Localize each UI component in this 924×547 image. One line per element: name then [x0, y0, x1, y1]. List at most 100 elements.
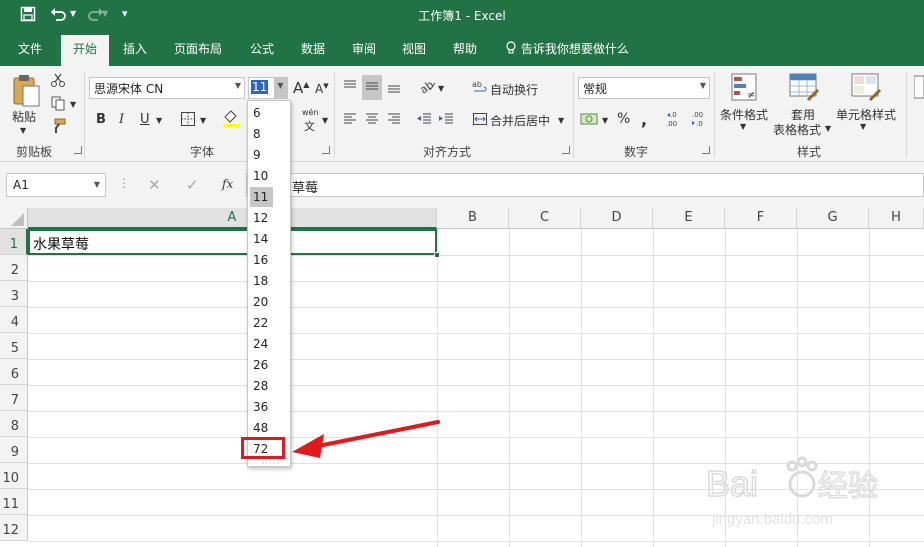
column-header-a[interactable]: A	[28, 208, 437, 229]
conditional-formatting-label[interactable]: 条件格式	[720, 106, 768, 123]
cut-icon[interactable]	[50, 72, 66, 91]
name-box[interactable]: A1 ▼	[6, 173, 106, 197]
decrease-decimal-icon[interactable]: .00.0	[692, 110, 712, 131]
font-size-combo[interactable]: 11 ▼	[248, 77, 288, 99]
tab-file[interactable]: 文件	[18, 40, 42, 57]
orientation-dropdown-icon[interactable]: ▼	[438, 84, 444, 93]
font-size-option-10[interactable]: 10	[250, 166, 288, 186]
tab-view[interactable]: 视图	[402, 40, 426, 57]
tab-help[interactable]: 帮助	[453, 40, 477, 57]
accounting-format-icon[interactable]	[580, 110, 598, 131]
copy-icon[interactable]	[50, 95, 66, 114]
format-as-table-icon[interactable]	[788, 72, 820, 105]
cell-a1[interactable]: 水果草莓	[28, 229, 437, 255]
borders-icon[interactable]	[180, 111, 196, 130]
format-as-table-label-2[interactable]: 表格格式	[773, 121, 821, 138]
accounting-dropdown-icon[interactable]: ▼	[602, 116, 608, 125]
align-top-icon[interactable]	[342, 78, 358, 97]
font-size-option-36[interactable]: 36	[250, 397, 288, 417]
align-middle-icon[interactable]	[362, 75, 382, 100]
cell-styles-dropdown-icon[interactable]: ▼	[860, 122, 866, 131]
clipboard-launcher-icon[interactable]	[74, 146, 82, 154]
alignment-launcher-icon[interactable]	[562, 146, 570, 154]
font-size-option-11[interactable]: 11	[250, 187, 273, 207]
phonetic-guide-button[interactable]: 文	[304, 118, 315, 134]
increase-indent-icon[interactable]	[438, 111, 454, 130]
tab-formulas[interactable]: 公式	[250, 40, 274, 57]
insert-function-button[interactable]: fx	[222, 177, 233, 191]
tell-me-search[interactable]: 告诉我你想要做什么	[505, 40, 629, 58]
orientation-icon[interactable]: ab	[417, 78, 436, 97]
column-header-g[interactable]: G	[797, 208, 869, 229]
conditional-formatting-icon[interactable]: ≠	[730, 72, 760, 105]
row-header-6[interactable]: 6	[0, 359, 28, 385]
select-all-button[interactable]	[0, 208, 28, 229]
font-size-option-16[interactable]: 16	[250, 250, 288, 270]
column-header-f[interactable]: F	[725, 208, 797, 229]
font-size-option-18[interactable]: 18	[250, 271, 288, 291]
cancel-icon[interactable]: ✕	[148, 176, 161, 194]
row-header-1[interactable]: 1	[0, 229, 28, 255]
wrap-text-label[interactable]: 自动换行	[490, 81, 538, 98]
cell-styles-label[interactable]: 单元格样式	[836, 106, 896, 123]
tab-insert[interactable]: 插入	[123, 40, 147, 57]
font-size-option-12[interactable]: 12	[250, 208, 288, 228]
font-size-option-20[interactable]: 20	[250, 292, 288, 312]
font-name-combo[interactable]: 思源宋体 CN ▼	[89, 77, 245, 99]
increase-decimal-icon[interactable]: .0.00	[666, 110, 686, 131]
chevron-down-icon[interactable]: ▼	[274, 78, 287, 98]
font-size-option-6[interactable]: 6	[250, 103, 288, 123]
phonetic-dropdown-icon[interactable]: ▼	[322, 116, 328, 125]
tab-data[interactable]: 数据	[301, 40, 325, 57]
dropdown-resize-grip[interactable]: ·····	[262, 459, 280, 468]
merge-center-label[interactable]: 合并后居中	[490, 112, 550, 129]
italic-button[interactable]: I	[119, 112, 124, 127]
wrap-text-icon[interactable]: ab	[472, 79, 488, 98]
conditional-dropdown-icon[interactable]: ▼	[740, 122, 746, 131]
column-header-d[interactable]: D	[581, 208, 653, 229]
formula-input[interactable]	[246, 173, 924, 197]
row-header-5[interactable]: 5	[0, 333, 28, 359]
font-size-option-22[interactable]: 22	[250, 313, 288, 333]
font-size-option-24[interactable]: 24	[250, 334, 288, 354]
font-size-option-8[interactable]: 8	[250, 124, 288, 144]
format-as-table-dropdown-icon[interactable]: ▼	[825, 124, 831, 133]
bold-button[interactable]: B	[96, 112, 106, 127]
align-left-icon[interactable]	[342, 111, 358, 130]
column-header-e[interactable]: E	[653, 208, 725, 229]
underline-dropdown-icon[interactable]: ▼	[156, 116, 162, 125]
number-format-combo[interactable]: 常规 ▼	[578, 77, 710, 99]
row-header-12[interactable]: 12	[0, 515, 28, 541]
paste-icon[interactable]	[11, 74, 41, 111]
tab-page-layout[interactable]: 页面布局	[174, 40, 222, 57]
cell-styles-icon[interactable]	[850, 72, 882, 105]
column-header-h[interactable]: H	[869, 208, 924, 229]
fill-color-icon[interactable]	[222, 108, 240, 131]
row-header-3[interactable]: 3	[0, 281, 28, 307]
font-size-option-26[interactable]: 26	[250, 355, 288, 375]
decrease-indent-icon[interactable]	[416, 111, 432, 130]
align-center-icon[interactable]	[364, 111, 380, 130]
format-painter-icon[interactable]	[50, 118, 66, 137]
underline-button[interactable]: U	[140, 112, 150, 127]
font-size-option-9[interactable]: 9	[250, 145, 288, 165]
borders-dropdown-icon[interactable]: ▼	[200, 116, 206, 125]
font-size-option-28[interactable]: 28	[250, 376, 288, 396]
decrease-font-size-icon[interactable]: A▼	[315, 82, 329, 96]
row-header-8[interactable]: 8	[0, 411, 28, 437]
align-right-icon[interactable]	[386, 111, 402, 130]
percent-style-button[interactable]: %	[617, 111, 630, 127]
paste-dropdown-icon[interactable]: ▼	[20, 126, 26, 135]
row-header-9[interactable]: 9	[0, 437, 28, 463]
row-header-11[interactable]: 11	[0, 489, 28, 515]
fill-handle[interactable]	[434, 252, 440, 258]
row-header-4[interactable]: 4	[0, 307, 28, 333]
increase-font-size-icon[interactable]: A▲	[293, 79, 309, 97]
font-size-option-14[interactable]: 14	[250, 229, 288, 249]
row-header-2[interactable]: 2	[0, 255, 28, 281]
align-bottom-icon[interactable]	[386, 78, 402, 97]
column-header-b[interactable]: B	[437, 208, 509, 229]
enter-icon[interactable]: ✓	[186, 176, 199, 194]
tab-review[interactable]: 审阅	[352, 40, 376, 57]
insert-cells-icon[interactable]	[913, 74, 924, 107]
